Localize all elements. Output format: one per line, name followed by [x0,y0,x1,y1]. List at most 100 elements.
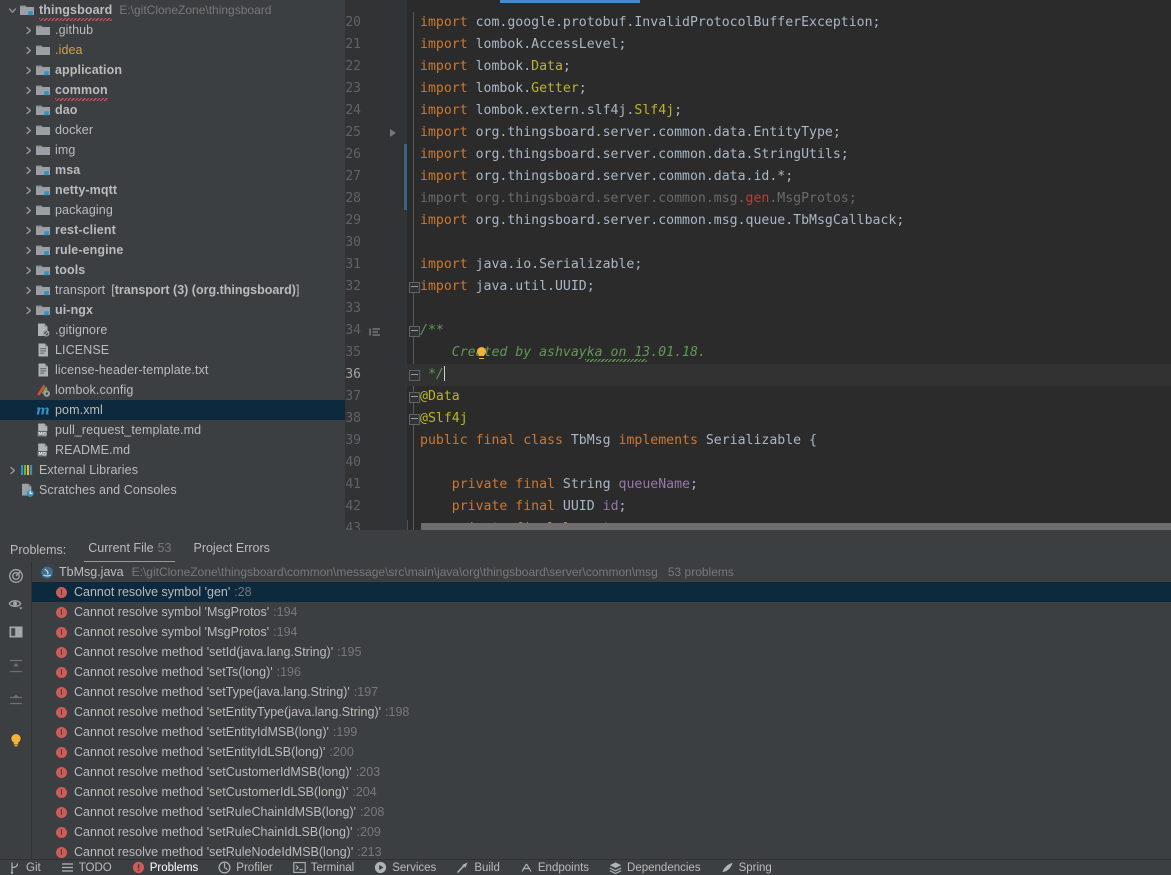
code-line[interactable]: import java.io.Serializable; [420,254,642,276]
code-line[interactable]: import lombok.Data; [420,56,571,78]
chevron-right-icon[interactable] [22,60,35,80]
problem-row[interactable]: Cannot resolve method 'setEntityIdLSB(lo… [32,742,1171,762]
tree-item-transport[interactable]: transport [transport (3) (org.thingsboard… [0,280,345,300]
tree-item--gitignore[interactable]: .gitignore [0,320,345,340]
tree-item-img[interactable]: img [0,140,345,160]
tree-item-dao[interactable]: dao [0,100,345,120]
chevron-right-icon[interactable] [22,160,35,180]
code-line[interactable]: @Data [420,386,460,408]
problem-row[interactable]: Cannot resolve method 'setType(java.lang… [32,682,1171,702]
tool-window-button-terminal[interactable]: Terminal [292,860,354,875]
tree-item-ui-ngx[interactable]: ui-ngx [0,300,345,320]
tree-item-docker[interactable]: docker [0,120,345,140]
tool-window-button-git[interactable]: Git [8,860,41,875]
chevron-right-icon[interactable] [22,120,35,140]
tree-item-rule-engine[interactable]: rule-engine [0,240,345,260]
problem-row[interactable]: Cannot resolve method 'setCustomerIdLSB(… [32,782,1171,802]
code-line[interactable]: import lombok.Getter; [420,78,587,100]
chevron-down-icon[interactable] [6,0,19,20]
code-line[interactable]: import org.thingsboard.server.common.msg… [420,210,904,232]
tree-item-lombok-config[interactable]: lombok.config [0,380,345,400]
chevron-right-icon[interactable] [22,180,35,200]
tree-item-pull-request-template-md[interactable]: MD pull_request_template.md [0,420,345,440]
problem-row[interactable]: Cannot resolve method 'setRuleChainIdMSB… [32,802,1171,822]
problem-row[interactable]: Cannot resolve symbol 'gen':28 [32,582,1171,602]
tree-item-application[interactable]: application [0,60,345,80]
tree-item-rest-client[interactable]: rest-client [0,220,345,240]
editor-horizontal-scrollbar[interactable] [421,523,1171,530]
chevron-right-icon[interactable] [22,80,35,100]
problem-row[interactable]: Cannot resolve method 'setEntityType(jav… [32,702,1171,722]
tab-current-file[interactable]: Current File 53 [84,541,176,563]
fold-javadoc-open[interactable] [409,326,420,337]
problems-list[interactable]: TbMsg.java E:\gitCloneZone\thingsboard\co… [32,562,1171,860]
chevron-right-icon[interactable] [22,200,35,220]
tool-window-button-problems[interactable]: Problems [132,860,198,875]
tab-project-errors[interactable]: Project Errors [193,541,269,560]
code-text-area[interactable]: import com.google.protobuf.InvalidProtoc… [407,0,1171,530]
tree-item-pom-xml[interactable]: m pom.xml [0,400,345,420]
tree-item-packaging[interactable]: packaging [0,200,345,220]
fold-data-annotation[interactable] [409,392,420,403]
chevron-right-icon[interactable] [6,460,19,480]
code-line[interactable]: import org.thingsboard.server.common.dat… [420,144,849,166]
problem-row[interactable]: Cannot resolve symbol 'MsgProtos':194 [32,622,1171,642]
tool-window-button-todo[interactable]: TODO [61,860,112,875]
code-line[interactable]: import java.util.UUID; [420,276,595,298]
expand-all-icon[interactable] [4,654,28,678]
fold-import-block[interactable] [409,282,420,293]
code-line[interactable]: import org.thingsboard.server.common.msg… [420,188,857,210]
lightbulb-icon[interactable] [477,347,486,359]
javadoc-gutter-icon[interactable] [369,326,381,336]
tool-window-button-spring[interactable]: Spring [721,860,772,875]
code-line[interactable]: import com.google.protobuf.InvalidProtoc… [420,12,881,34]
code-line[interactable]: import org.thingsboard.server.common.dat… [420,122,841,144]
chevron-right-icon[interactable] [22,140,35,160]
code-line[interactable]: Created by ashvayka on 13.01.18. [420,342,706,364]
problem-row[interactable]: Cannot resolve method 'setId(java.lang.S… [32,642,1171,662]
code-editor[interactable]: 20 21 22 23 24 25 26 27 28 29 30 31 32 33 34 35 36 37 38 39… [345,0,1171,536]
tool-window-button-build[interactable]: Build [456,860,500,875]
inspections-icon[interactable] [4,564,28,588]
tool-window-bar[interactable]: Git TODO Problems Profiler Terminal Services B… [0,860,1171,875]
problem-row[interactable]: Cannot resolve method 'setTs(long)':196 [32,662,1171,682]
code-line[interactable]: /** [420,320,444,342]
code-line[interactable]: import lombok.extern.slf4j.Slf4j; [420,100,682,122]
code-line[interactable]: public final class TbMsg implements Seri… [420,430,817,452]
problems-side-toolbar[interactable] [0,562,31,860]
tree-item--github[interactable]: .github [0,20,345,40]
run-gutter-marker[interactable] [390,129,396,137]
problem-row[interactable]: Cannot resolve method 'setEntityIdMSB(lo… [32,722,1171,742]
autoscroll-eye-icon[interactable] [4,592,28,616]
problem-row[interactable]: Cannot resolve method 'setCustomerIdMSB(… [32,762,1171,782]
problem-row[interactable]: Cannot resolve method 'setRuleChainIdLSB… [32,822,1171,842]
tree-item-msa[interactable]: msa [0,160,345,180]
tool-window-button-services[interactable]: Services [374,860,436,875]
tool-window-button-endpoints[interactable]: Endpoints [520,860,589,875]
problems-file-row[interactable]: TbMsg.java E:\gitCloneZone\thingsboard\co… [32,562,1171,582]
chevron-right-icon[interactable] [22,240,35,260]
tree-item-readme-md[interactable]: MD README.md [0,440,345,460]
problem-row[interactable]: Cannot resolve method 'setRuleNodeIdMSB(… [32,842,1171,860]
view-layout-icon[interactable] [4,620,28,644]
tree-item-scratches-and-consoles[interactable]: Scratches and Consoles [0,480,345,500]
collapse-all-icon[interactable] [4,688,28,712]
tree-item-license[interactable]: LICENSE [0,340,345,360]
chevron-right-icon[interactable] [22,300,35,320]
code-line[interactable]: @Slf4j [420,408,468,430]
tool-window-button-dependencies[interactable]: Dependencies [609,860,701,875]
chevron-right-icon[interactable] [22,100,35,120]
tree-item--idea[interactable]: .idea [0,40,345,60]
tree-item-common[interactable]: common [0,80,345,101]
code-line[interactable]: import org.thingsboard.server.common.dat… [420,166,793,188]
tree-item-netty-mqtt[interactable]: netty-mqtt [0,180,345,200]
chevron-right-icon[interactable] [22,280,35,300]
chevron-right-icon[interactable] [22,40,35,60]
fold-slf4j-annotation[interactable] [409,414,420,425]
lightbulb-icon[interactable] [4,728,28,752]
tree-item-tools[interactable]: tools [0,260,345,280]
code-line[interactable]: private final UUID id; [420,496,627,518]
code-line[interactable]: private final String queueName; [420,474,698,496]
code-line[interactable]: import lombok.AccessLevel; [420,34,626,56]
project-tool-window[interactable]: thingsboard E:\gitCloneZone\thingsboard .g… [0,0,345,530]
